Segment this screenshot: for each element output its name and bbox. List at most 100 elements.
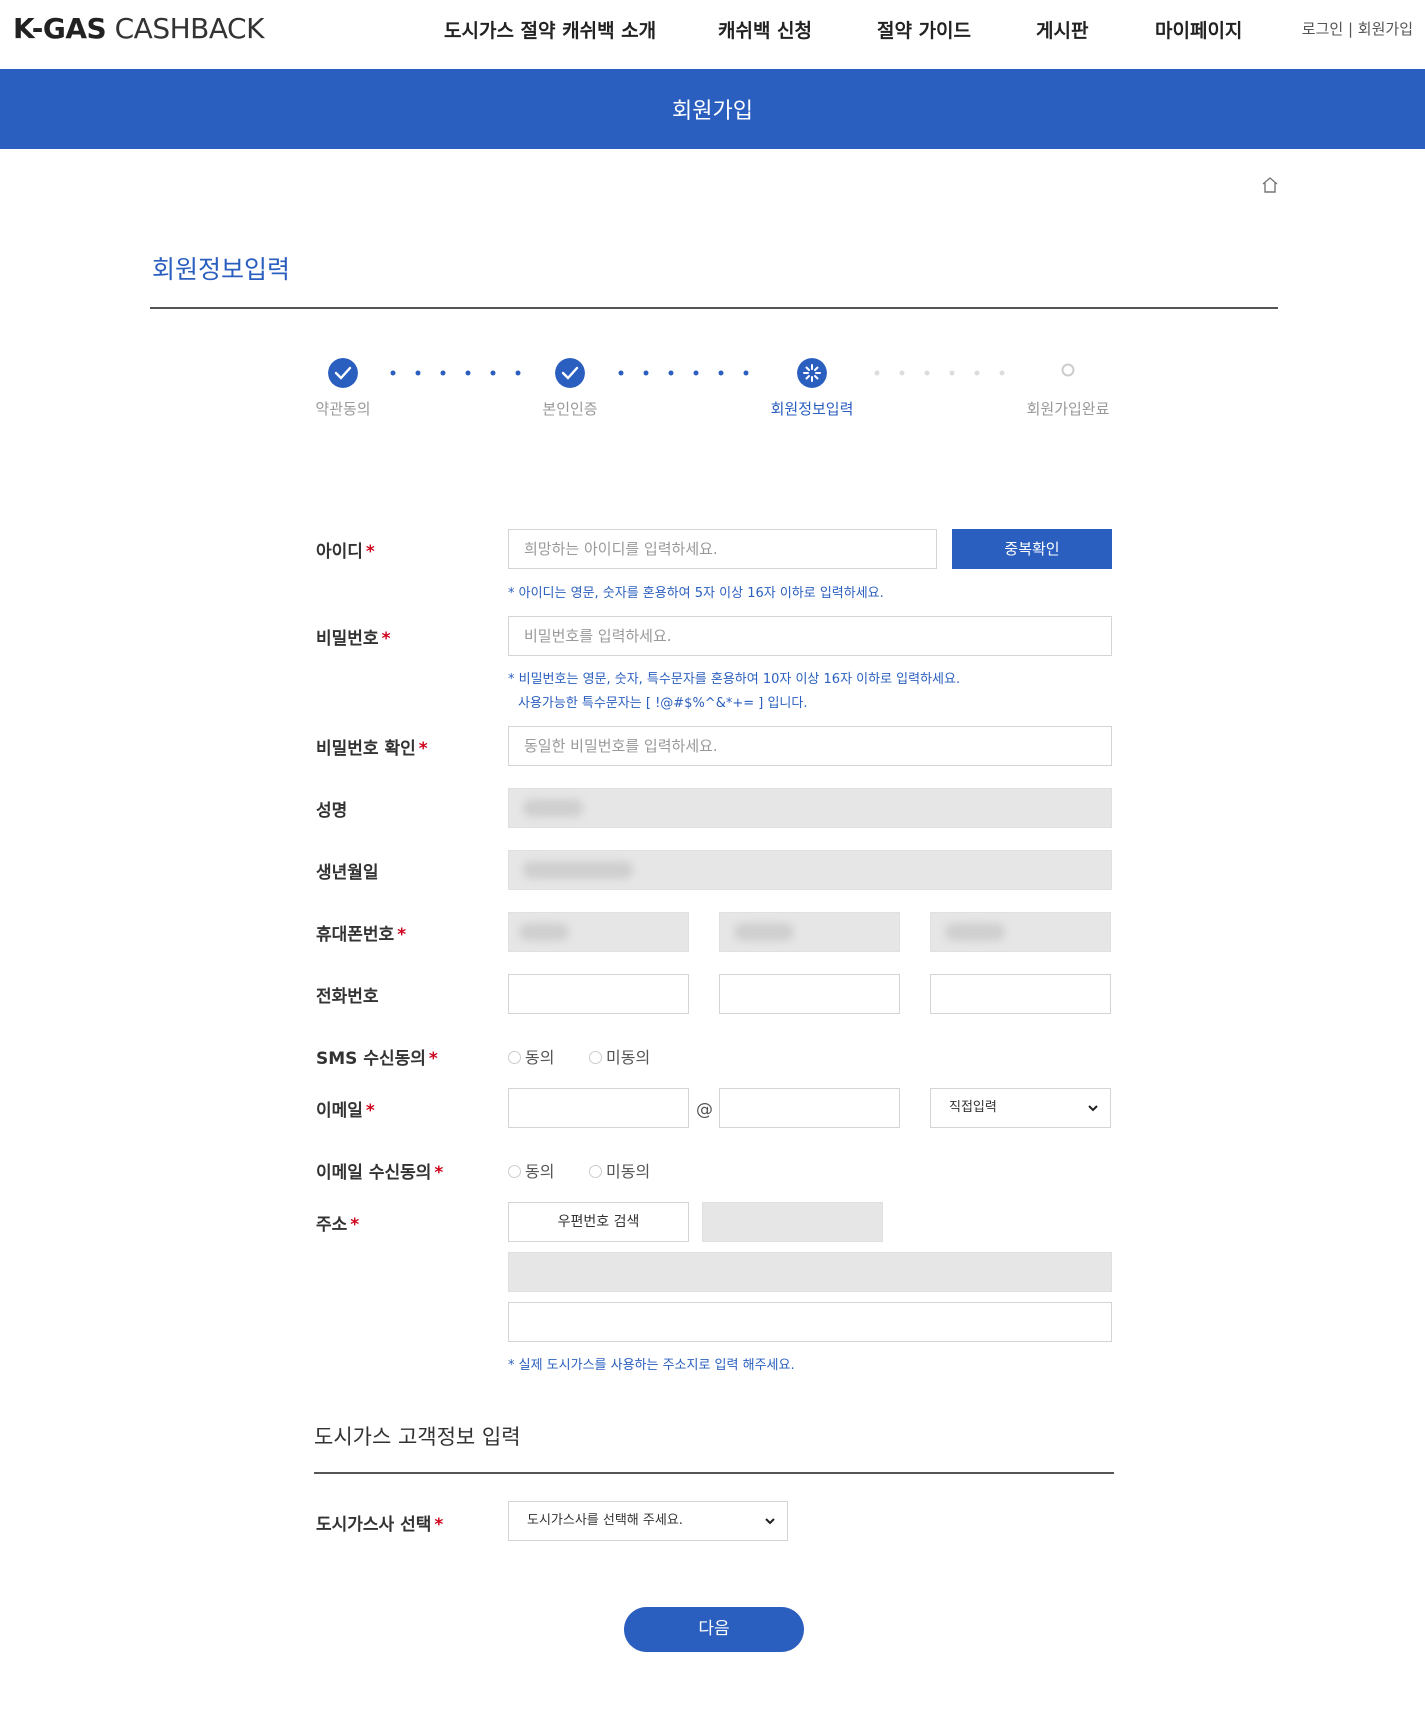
email-label: 이메일 * [316, 1096, 375, 1121]
signup-link[interactable]: 회원가입 [1358, 20, 1413, 38]
address-main-field [508, 1252, 1112, 1292]
check-icon [555, 358, 585, 388]
email-agree-label: 이메일 수신동의 * [316, 1158, 443, 1183]
step-connector-dot [974, 370, 980, 376]
radio-circle [508, 1165, 521, 1178]
email-agree-label-text: 이메일 수신동의 [316, 1163, 432, 1183]
phone-label: 전화번호 [316, 987, 379, 1007]
email-agree-yes-radio[interactable]: 동의 [508, 1158, 554, 1182]
mobile-part-2 [719, 912, 900, 952]
required-mark: * [381, 629, 391, 649]
phone-part-1[interactable] [508, 974, 689, 1014]
site-logo[interactable]: K-GAS CASHBACK [13, 12, 264, 45]
password-input[interactable]: 비밀번호를 입력하세요. [508, 616, 1112, 656]
password-label-text: 비밀번호 [316, 629, 379, 649]
phone-part-2[interactable] [719, 974, 900, 1014]
zipcode-field [702, 1202, 883, 1242]
name-label: 성명 [316, 801, 348, 821]
phone-part-3[interactable] [930, 974, 1111, 1014]
duplicate-check-button[interactable]: 중복확인 [952, 529, 1112, 569]
step-label-verify: 본인인증 [542, 400, 598, 418]
step-label-info: 회원정보입력 [770, 400, 854, 418]
email-agree-yes-label: 동의 [525, 1162, 555, 1181]
sms-agree-no-label: 미동의 [606, 1048, 651, 1067]
step-connector-dot [718, 370, 724, 376]
password-confirm-label-text: 비밀번호 확인 [316, 739, 416, 759]
nav-intro[interactable]: 도시가스 절약 캐쉬백 소개 [444, 16, 656, 43]
step-connector-dot [668, 370, 674, 376]
required-mark: * [434, 1515, 444, 1535]
gas-company-label: 도시가스사 선택 * [316, 1510, 443, 1535]
step-connector-dot [490, 370, 496, 376]
email-domain-select-value: 직접입력 [949, 1100, 997, 1115]
chevron-down-icon [765, 1518, 775, 1525]
redacted-value [523, 861, 633, 879]
birth-label: 생년월일 [316, 863, 379, 883]
email-domain-input[interactable] [719, 1088, 900, 1128]
mobile-part-3 [930, 912, 1111, 952]
mobile-label-text: 휴대폰번호 [316, 925, 395, 945]
step-connector-dot [415, 370, 421, 376]
login-link[interactable]: 로그인 [1302, 20, 1343, 38]
email-agree-no-label: 미동의 [606, 1162, 651, 1181]
password-confirm-input[interactable]: 동일한 비밀번호를 입력하세요. [508, 726, 1112, 766]
password-hint-1: * 비밀번호는 영문, 숫자, 특수문자를 혼용하여 10자 이상 16자 이하… [508, 672, 961, 687]
step-connector-dot [924, 370, 930, 376]
utility-links: 로그인 | 회원가입 [1302, 18, 1413, 39]
sms-agree-no-radio[interactable]: 미동의 [589, 1044, 650, 1068]
sms-agree-label-text: SMS 수신동의 [316, 1049, 426, 1069]
nav-apply[interactable]: 캐쉬백 신청 [718, 16, 812, 43]
email-at-sign: @ [696, 1100, 713, 1120]
nav-mypage[interactable]: 마이페이지 [1155, 16, 1242, 43]
zipcode-search-button[interactable]: 우편번호 검색 [508, 1202, 689, 1242]
home-icon[interactable] [1260, 175, 1280, 195]
step-connector-dot [949, 370, 955, 376]
next-button[interactable]: 다음 [624, 1607, 804, 1652]
nav-guide[interactable]: 절약 가이드 [877, 16, 971, 43]
required-mark: * [350, 1215, 360, 1235]
id-input[interactable]: 희망하는 아이디를 입력하세요. [508, 529, 937, 569]
birth-field [508, 850, 1112, 890]
address-label-text: 주소 [316, 1215, 348, 1235]
loading-icon [797, 358, 827, 388]
radio-circle [589, 1165, 602, 1178]
nav-board[interactable]: 게시판 [1036, 16, 1088, 43]
step-connector-dot [618, 370, 624, 376]
address-detail-input[interactable] [508, 1302, 1112, 1342]
section-divider [150, 307, 1278, 309]
gas-section-title: 도시가스 고객정보 입력 [314, 1425, 521, 1449]
step-connector-dot [515, 370, 521, 376]
logo-light-text: CASHBACK [114, 12, 265, 45]
radio-circle [589, 1051, 602, 1064]
sms-agree-yes-radio[interactable]: 동의 [508, 1044, 554, 1068]
redacted-value [734, 923, 794, 941]
id-label-text: 아이디 [316, 542, 363, 562]
page-title: 회원가입 [672, 99, 753, 124]
name-field [508, 788, 1112, 828]
password-hint-2: 사용가능한 특수문자는 [ !@#$%^&*+= ] 입니다. [518, 696, 808, 711]
id-label: 아이디 * [316, 537, 375, 562]
required-mark: * [434, 1163, 444, 1183]
util-separator: | [1347, 20, 1354, 38]
step-label-complete: 회원가입완료 [1026, 400, 1110, 418]
gas-company-select[interactable]: 도시가스사를 선택해 주세요. [508, 1501, 788, 1541]
step-connector-dot [465, 370, 471, 376]
redacted-value [945, 923, 1005, 941]
section-title: 회원정보입력 [152, 255, 291, 284]
radio-circle [508, 1051, 521, 1064]
required-mark: * [365, 1101, 375, 1121]
gas-section-divider [314, 1472, 1114, 1474]
email-domain-select[interactable]: 직접입력 [930, 1088, 1111, 1128]
email-agree-no-radio[interactable]: 미동의 [589, 1158, 650, 1182]
id-hint: * 아이디는 영문, 숫자를 혼용하여 5자 이상 16자 이하로 입력하세요. [508, 586, 884, 601]
password-confirm-label: 비밀번호 확인 * [316, 734, 428, 759]
step-connector-dot [693, 370, 699, 376]
step-connector-dot [743, 370, 749, 376]
password-label: 비밀번호 * [316, 624, 390, 649]
email-local-input[interactable] [508, 1088, 689, 1128]
address-hint: * 실제 도시가스를 사용하는 주소지로 입력 해주세요. [508, 1358, 795, 1373]
pending-step-icon [1061, 363, 1075, 377]
required-mark: * [418, 739, 428, 759]
sms-agree-label: SMS 수신동의 * [316, 1044, 438, 1069]
step-connector-dot [874, 370, 880, 376]
